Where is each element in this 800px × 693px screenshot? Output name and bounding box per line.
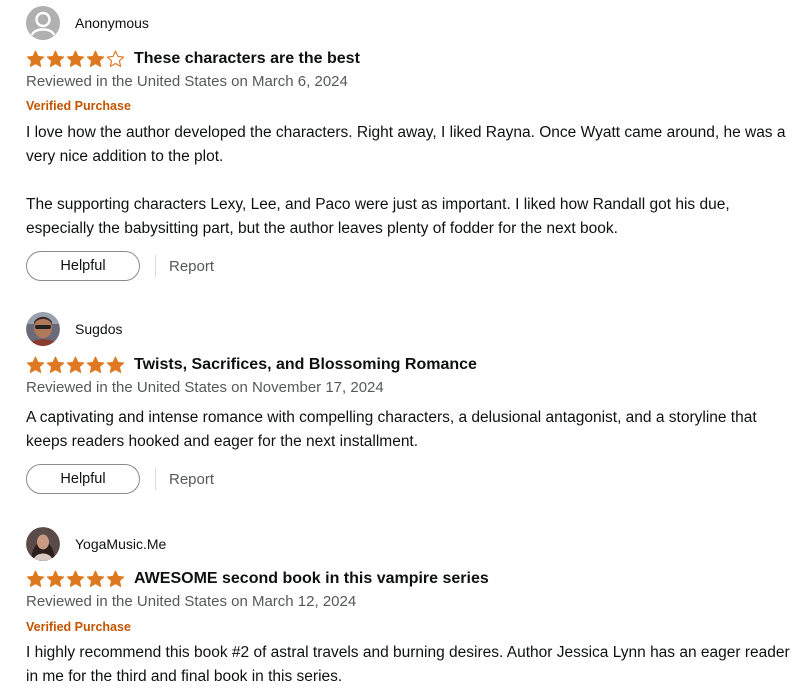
review-title[interactable]: Twists, Sacrifices, and Blossoming Roman… [134, 356, 477, 374]
star-filled-icon [86, 356, 105, 373]
reviewer-name: YogaMusic.Me [75, 536, 167, 552]
review-date: Reviewed in the United States on Novembe… [26, 379, 384, 396]
review-title[interactable]: These characters are the best [134, 50, 360, 68]
review-title-row: Twists, Sacrifices, and Blossoming Roman… [26, 354, 477, 376]
reviewer-name: Anonymous [75, 15, 149, 31]
verified-purchase-badge: Verified Purchase [26, 620, 131, 634]
review-date: Reviewed in the United States on March 1… [26, 593, 357, 610]
star-filled-icon [106, 570, 125, 587]
star-filled-icon [46, 356, 65, 373]
helpful-button[interactable]: Helpful [26, 251, 140, 281]
star-filled-icon [46, 50, 65, 67]
star-filled-icon [46, 570, 65, 587]
review-body: I highly recommend this book #2 of astra… [26, 644, 790, 685]
reviewer-profile[interactable]: YogaMusic.Me [26, 526, 166, 562]
profile-photo [26, 312, 60, 346]
review-title-row: AWESOME second book in this vampire seri… [26, 568, 489, 590]
review-actions: Helpful Report [26, 249, 214, 283]
review-body: The supporting characters Lexy, Lee, and… [26, 196, 730, 237]
star-filled-icon [86, 50, 105, 67]
star-filled-icon [106, 356, 125, 373]
star-filled-icon [66, 570, 85, 587]
divider [155, 255, 156, 277]
review-title-row: These characters are the best [26, 48, 360, 70]
star-rating[interactable] [26, 50, 126, 68]
review-body: A captivating and intense romance with c… [26, 409, 757, 450]
star-rating[interactable] [26, 570, 126, 588]
divider [155, 468, 156, 490]
star-empty-icon [106, 50, 125, 67]
reviewer-profile[interactable]: Sugdos [26, 311, 122, 347]
star-rating[interactable] [26, 356, 126, 374]
star-filled-icon [66, 50, 85, 67]
star-filled-icon [26, 50, 45, 67]
star-filled-icon [66, 356, 85, 373]
review-title[interactable]: AWESOME second book in this vampire seri… [134, 570, 489, 588]
review-actions: Helpful Report [26, 462, 214, 496]
helpful-button[interactable]: Helpful [26, 464, 140, 494]
profile-photo [26, 527, 60, 561]
star-filled-icon [26, 356, 45, 373]
star-filled-icon [26, 570, 45, 587]
review-date: Reviewed in the United States on March 6… [26, 73, 348, 90]
default-user-icon [26, 6, 60, 40]
report-link[interactable]: Report [169, 258, 214, 275]
star-filled-icon [86, 570, 105, 587]
review-body: I love how the author developed the char… [26, 124, 786, 165]
report-link[interactable]: Report [169, 471, 214, 488]
verified-purchase-badge: Verified Purchase [26, 99, 131, 113]
reviewer-profile[interactable]: Anonymous [26, 5, 149, 41]
reviewer-name: Sugdos [75, 321, 123, 337]
